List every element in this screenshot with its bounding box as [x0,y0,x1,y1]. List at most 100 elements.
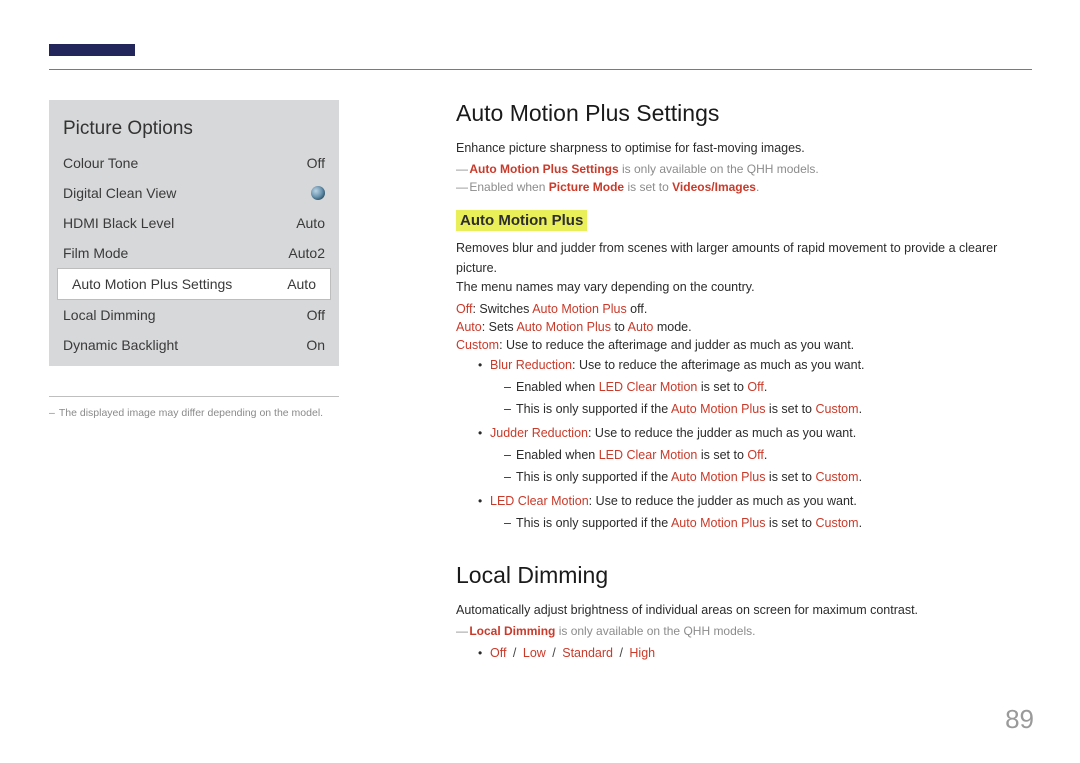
sub-heading-amp: Auto Motion Plus [456,210,587,231]
sub-list: Enabled when LED Clear Motion is set to … [504,446,1032,488]
sub-list: Enabled when LED Clear Motion is set to … [504,378,1032,420]
t: is set to [765,516,815,530]
dash-icon: ― [456,180,466,194]
opt-key-amp: Auto Motion Plus [516,320,611,334]
menu-row-label: Local Dimming [63,307,156,323]
ld-opts-bullet: Off / Low / Standard / High [478,644,1032,663]
sub-item: Enabled when LED Clear Motion is set to … [504,378,1032,397]
menu-row-label: Dynamic Backlight [63,337,178,353]
t: is set to [765,470,815,484]
menu-row-label: Film Mode [63,245,128,261]
menu-row-local-dimming[interactable]: Local Dimming Off [49,300,339,330]
thin-divider [49,396,339,397]
menu-row-value: Auto2 [288,245,325,261]
amp-note-1: ― Auto Motion Plus Settings is only avai… [456,162,1032,176]
text: mode. [653,320,691,334]
k: Custom [815,402,858,416]
menu-row-digital-clean-view[interactable]: Digital Clean View [49,178,339,208]
bullet-rest: : Use to reduce the afterimage as much a… [572,358,865,372]
opt-key-auto: Auto [456,320,482,334]
ld-opts-item: Off / Low / Standard / High [478,644,1032,663]
menu-panel: Picture Options Colour Tone Off Digital … [49,100,339,366]
menu-row-colour-tone[interactable]: Colour Tone Off [49,148,339,178]
sep: / [546,646,562,660]
k: Auto Motion Plus [671,402,766,416]
sep: / [613,646,629,660]
amp-note2-key1: Picture Mode [549,180,624,194]
text: : Sets [482,320,517,334]
k: Auto Motion Plus [671,470,766,484]
opt-high: High [629,646,655,660]
sub-list: This is only supported if the Auto Motio… [504,514,1032,533]
bullet-key: Blur Reduction [490,358,572,372]
amp-desc2: The menu names may vary depending on the… [456,278,1032,297]
bullet-led-clear-motion: LED Clear Motion: Use to reduce the judd… [478,492,1032,534]
menu-title: Picture Options [49,112,339,148]
k: Auto Motion Plus [671,516,766,530]
header-divider [49,69,1032,70]
sub-item: Enabled when LED Clear Motion is set to … [504,446,1032,465]
amp-note-2: ― Enabled when Picture Mode is set to Vi… [456,180,1032,194]
amp-note2-pre: Enabled when [469,180,548,194]
menu-row-value: Off [307,307,325,323]
menu-row-value: Auto [287,276,316,292]
left-column: Picture Options Colour Tone Off Digital … [49,100,339,419]
menu-row-dynamic-backlight[interactable]: Dynamic Backlight On [49,330,339,360]
right-column: Auto Motion Plus Settings Enhance pictur… [456,100,1032,663]
t: This is only supported if the [516,402,671,416]
opt-key-off: Off [456,302,472,316]
menu-row-label: Digital Clean View [63,185,176,201]
k: Custom [815,470,858,484]
t: . [764,380,767,394]
t: is set to [697,380,747,394]
bullet-rest: : Use to reduce the judder as much as yo… [588,426,856,440]
footnote-text: The displayed image may differ depending… [59,407,323,419]
menu-row-hdmi-black-level[interactable]: HDMI Black Level Auto [49,208,339,238]
t: . [859,516,862,530]
dash-icon: ― [456,162,466,176]
amp-desc1: Removes blur and judder from scenes with… [456,239,1032,278]
amp-note2-mid: is set to [624,180,672,194]
bullet-rest: : Use to reduce the judder as much as yo… [589,494,857,508]
t: This is only supported if the [516,516,671,530]
opt-standard: Standard [562,646,613,660]
sub-item: This is only supported if the Auto Motio… [504,514,1032,533]
menu-row-label: HDMI Black Level [63,215,174,231]
sep: / [506,646,522,660]
dash-icon: ― [456,624,466,638]
amp-note2-end: . [756,180,759,194]
bullet-key: Judder Reduction [490,426,588,440]
amp-note1-key: Auto Motion Plus Settings [469,162,618,176]
text: : Use to reduce the afterimage and judde… [499,338,854,352]
amp-note1-rest: is only available on the QHH models. [619,162,819,176]
amp-auto-line: Auto: Sets Auto Motion Plus to Auto mode… [456,320,1032,334]
dash-icon: – [49,407,55,419]
footnote: –The displayed image may differ dependin… [49,407,339,419]
t: is set to [765,402,815,416]
bullet-blur-reduction: Blur Reduction: Use to reduce the afteri… [478,356,1032,420]
menu-row-value: Off [307,155,325,171]
amp-off-line: Off: Switches Auto Motion Plus off. [456,302,1032,316]
page-number: 89 [1005,704,1034,735]
k: LED Clear Motion [599,448,698,462]
menu-row-value: On [306,337,325,353]
t: . [859,470,862,484]
status-dot-icon [311,186,325,200]
amp-custom-line: Custom: Use to reduce the afterimage and… [456,338,1032,352]
menu-row-label: Auto Motion Plus Settings [72,276,232,292]
t: . [764,448,767,462]
t: Enabled when [516,448,599,462]
ld-intro: Automatically adjust brightness of indiv… [456,601,1032,620]
amp-intro: Enhance picture sharpness to optimise fo… [456,139,1032,158]
sub-item: This is only supported if the Auto Motio… [504,468,1032,487]
k: Off [747,448,763,462]
bullet-key: LED Clear Motion [490,494,589,508]
menu-row-film-mode[interactable]: Film Mode Auto2 [49,238,339,268]
ld-note: ― Local Dimming is only available on the… [456,624,1032,638]
ld-note-rest: is only available on the QHH models. [555,624,755,638]
amp-note2-key2: Videos/Images [672,180,756,194]
opt-low: Low [523,646,546,660]
text: : Switches [472,302,532,316]
page: Picture Options Colour Tone Off Digital … [0,0,1080,763]
menu-row-auto-motion-plus[interactable]: Auto Motion Plus Settings Auto [57,268,331,300]
